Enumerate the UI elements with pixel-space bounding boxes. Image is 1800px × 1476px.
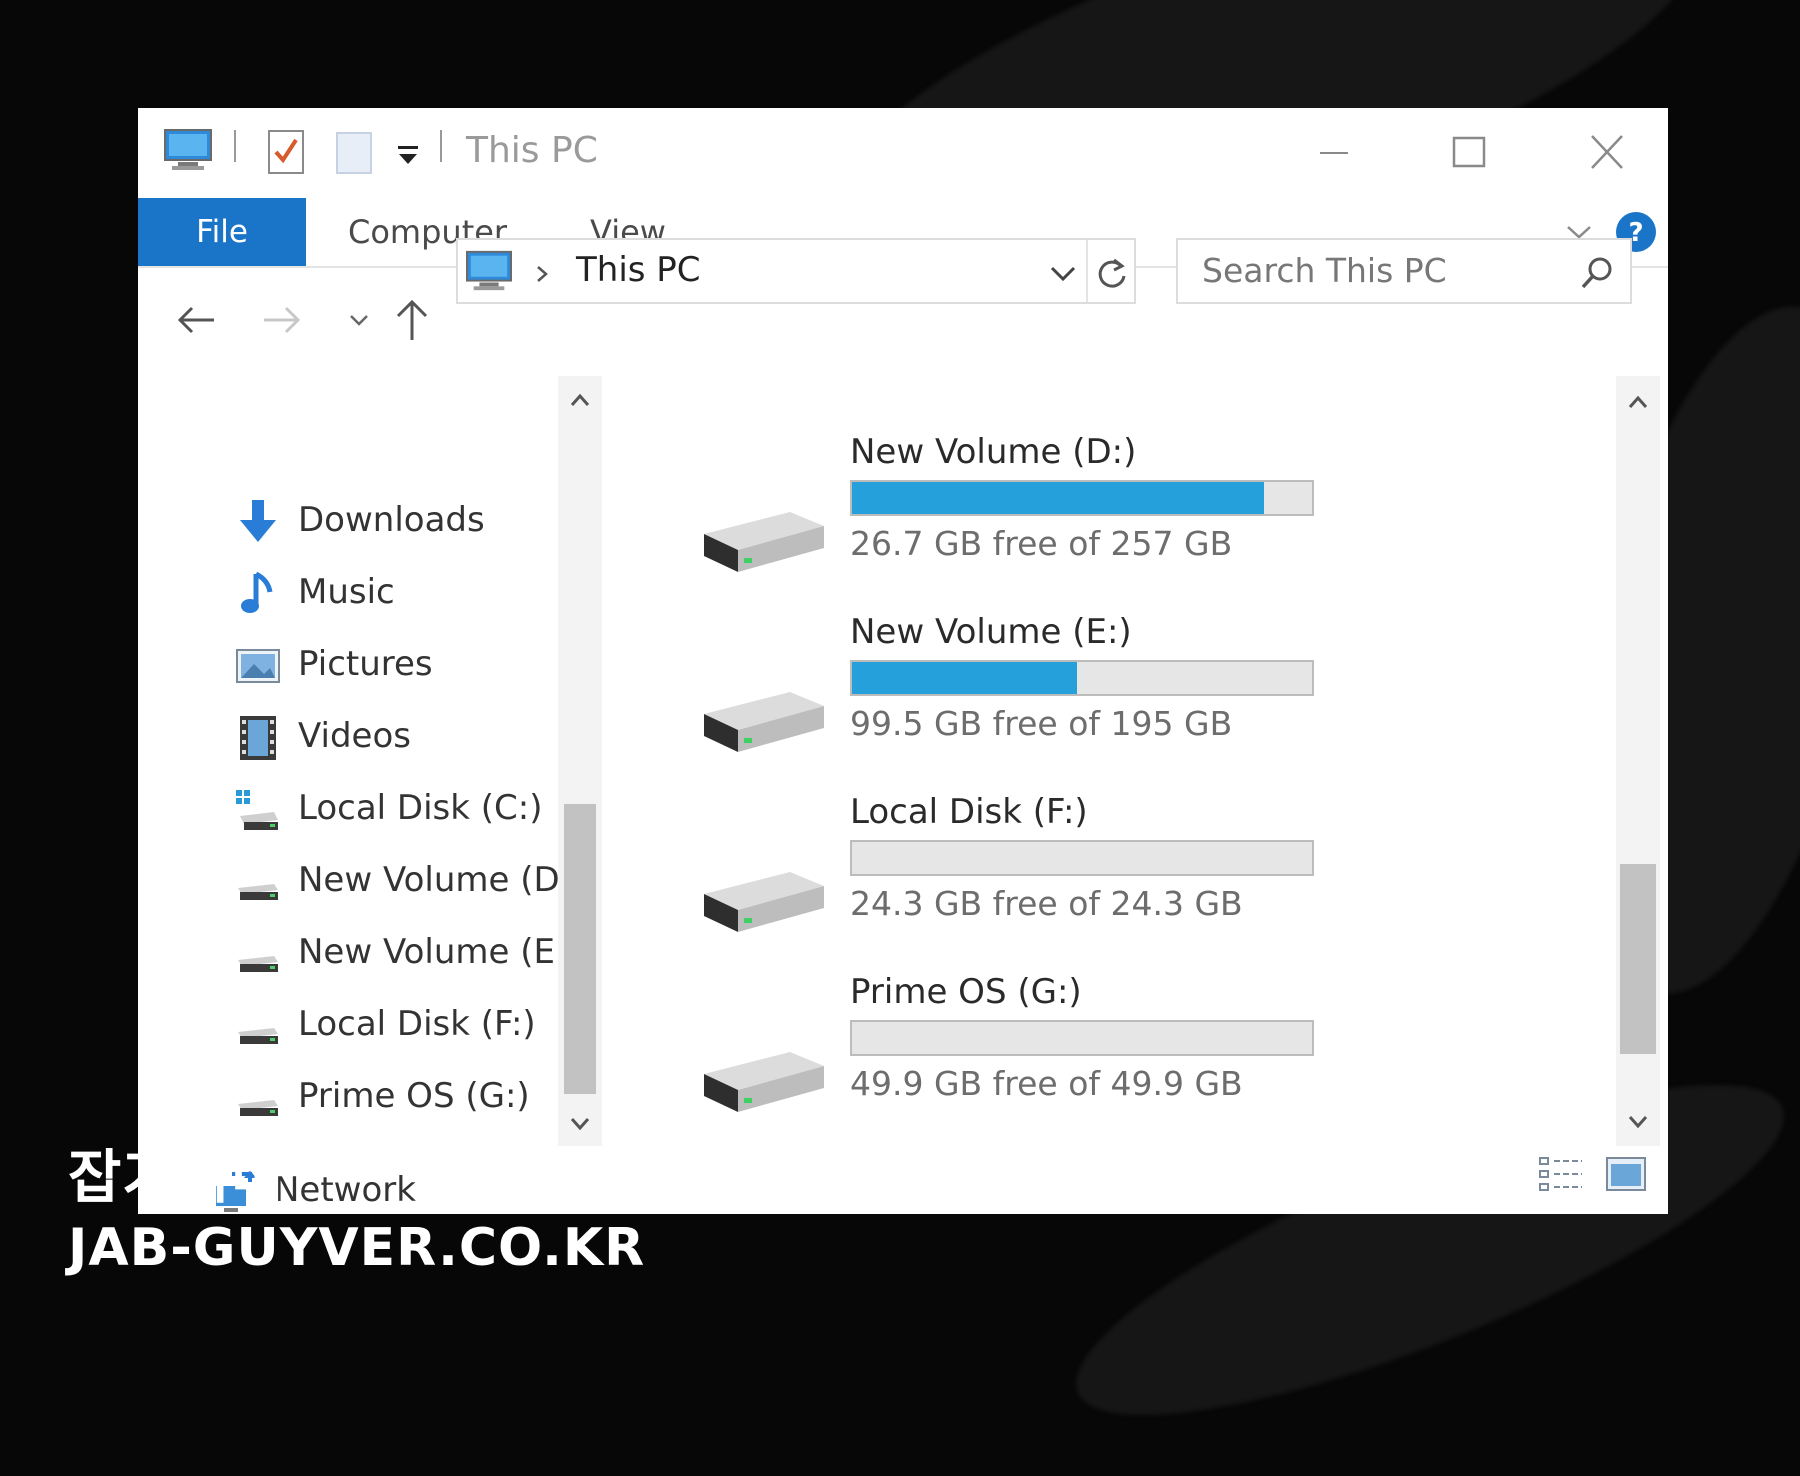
music-icon	[241, 571, 273, 613]
new-folder-icon[interactable]	[334, 130, 374, 176]
drive-free-space: 24.3 GB free of 24.3 GB	[850, 884, 1243, 923]
search-icon[interactable]	[1578, 254, 1616, 292]
capacity-bar-fill	[852, 662, 1078, 694]
drive-icon	[704, 512, 824, 572]
capacity-bar	[850, 480, 1314, 516]
scroll-up-icon[interactable]	[568, 390, 592, 410]
details-view-icon[interactable]	[1536, 1154, 1586, 1194]
tab-file[interactable]: File	[138, 198, 306, 266]
system-drive-icon	[236, 790, 278, 830]
breadcrumb-chevron-icon[interactable]	[534, 264, 550, 284]
drive-icon	[238, 956, 278, 972]
nav-item-label: Local Disk (F:)	[298, 1004, 536, 1044]
content-pane: New Volume (D:) 26.7 GB free of 257 GB N…	[608, 376, 1668, 1166]
capacity-bar	[850, 840, 1314, 876]
drive-icon	[238, 1100, 278, 1116]
capacity-bar	[850, 1020, 1314, 1056]
search-box[interactable]: Search This PC	[1176, 238, 1632, 304]
drive-free-space: 49.9 GB free of 49.9 GB	[850, 1064, 1243, 1103]
drive-icon	[704, 692, 824, 752]
refresh-icon[interactable]	[1094, 254, 1130, 292]
search-input[interactable]: Search This PC	[1202, 251, 1447, 290]
this-pc-icon	[466, 250, 512, 291]
capacity-bar-fill	[852, 482, 1265, 514]
drive-name: Local Disk (F:)	[850, 792, 1088, 832]
nav-item-label: Videos	[298, 716, 411, 756]
drive-icon	[238, 884, 278, 900]
minimize-button[interactable]	[1298, 128, 1368, 178]
forward-arrow-icon[interactable]	[260, 300, 304, 340]
customize-toolbar-icon[interactable]	[396, 144, 420, 166]
scrollbar-thumb[interactable]	[564, 804, 596, 1094]
navigation-scrollbar[interactable]	[558, 376, 602, 1146]
back-arrow-icon[interactable]	[174, 300, 218, 340]
navigation-pane: Downloads Music Pictures Videos Local Di…	[138, 376, 608, 1212]
nav-item-label: New Volume (D:)	[298, 860, 560, 900]
scroll-down-icon[interactable]	[568, 1114, 592, 1134]
drive-tile-g[interactable]: Prime OS (G:) 49.9 GB free of 49.9 GB	[698, 972, 1398, 1142]
close-button[interactable]	[1572, 128, 1642, 178]
recent-locations-icon[interactable]	[348, 312, 370, 328]
drive-tile-e[interactable]: New Volume (E:) 99.5 GB free of 195 GB	[698, 612, 1398, 782]
watermark-korean: 잡가이버	[68, 1143, 286, 1211]
address-bar[interactable]: This PC	[456, 238, 1136, 304]
watermark-site: JAB-GUYVER.CO.KR	[68, 1218, 646, 1278]
drive-tile-d[interactable]: New Volume (D:) 26.7 GB free of 257 GB	[698, 432, 1398, 602]
breadcrumb-this-pc[interactable]: This PC	[576, 250, 701, 290]
properties-icon[interactable]	[266, 128, 306, 176]
drive-icon	[238, 1028, 278, 1044]
nav-item-label: Pictures	[298, 644, 433, 684]
content-scrollbar[interactable]	[1616, 376, 1660, 1146]
drive-icon	[704, 1052, 824, 1112]
explorer-window: This PC File Computer View ? This PC Sea…	[138, 108, 1668, 1214]
toolbar-separator	[440, 130, 442, 162]
this-pc-icon	[164, 129, 212, 170]
drive-tile-f[interactable]: Local Disk (F:) 24.3 GB free of 24.3 GB	[698, 792, 1398, 962]
nav-item-label: Local Disk (C:)	[298, 788, 543, 828]
address-dropdown-icon[interactable]	[1048, 264, 1078, 284]
nav-item-label: Downloads	[298, 500, 485, 540]
download-icon	[240, 500, 276, 542]
address-divider	[1086, 240, 1088, 302]
scroll-down-icon[interactable]	[1626, 1112, 1650, 1132]
nav-item-label: New Volume (E:)	[298, 932, 580, 972]
up-arrow-icon[interactable]	[392, 296, 432, 342]
pictures-icon	[236, 649, 280, 683]
videos-icon	[240, 716, 276, 760]
capacity-bar	[850, 660, 1314, 696]
drive-icon	[704, 872, 824, 932]
large-icons-view-icon[interactable]	[1604, 1154, 1648, 1194]
nav-item-label: Prime OS (G:)	[298, 1076, 530, 1116]
toolbar-separator	[234, 130, 236, 162]
window-title: This PC	[466, 130, 598, 171]
scroll-up-icon[interactable]	[1626, 392, 1650, 412]
drive-free-space: 99.5 GB free of 195 GB	[850, 704, 1233, 743]
drive-name: New Volume (D:)	[850, 432, 1137, 472]
drive-free-space: 26.7 GB free of 257 GB	[850, 524, 1233, 563]
drive-name: New Volume (E:)	[850, 612, 1132, 652]
drive-name: Prime OS (G:)	[850, 972, 1082, 1012]
scrollbar-thumb[interactable]	[1620, 864, 1656, 1054]
nav-item-label: Music	[298, 572, 395, 612]
title-bar: This PC	[138, 108, 1668, 198]
maximize-button[interactable]	[1434, 128, 1504, 178]
nav-item-label: Network	[274, 1170, 416, 1210]
